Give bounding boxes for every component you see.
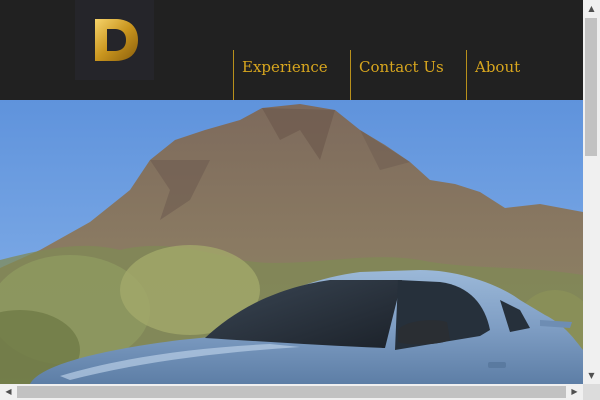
page-viewport: Experience Contact Us About bbox=[0, 0, 583, 384]
scrollbar-corner bbox=[583, 384, 600, 400]
scroll-up-icon[interactable]: ▲ bbox=[583, 0, 600, 17]
nav-about-label[interactable]: About bbox=[475, 58, 520, 76]
scroll-down-icon[interactable]: ▼ bbox=[583, 367, 600, 384]
nav-contact-us-label[interactable]: Contact Us bbox=[359, 58, 444, 76]
nav-about[interactable]: About bbox=[466, 50, 567, 100]
hero-image bbox=[0, 100, 583, 384]
horizontal-scroll-thumb[interactable] bbox=[17, 386, 566, 398]
site-header: Experience Contact Us About bbox=[0, 0, 583, 100]
nav-experience-label[interactable]: Experience bbox=[242, 58, 328, 76]
gold-d-logo-icon bbox=[95, 19, 138, 61]
horizontal-scrollbar[interactable]: ◀ ▶ bbox=[0, 384, 583, 400]
scroll-left-icon[interactable]: ◀ bbox=[0, 384, 17, 400]
car-mountain-photo-icon bbox=[0, 100, 583, 384]
nav-contact-us[interactable]: Contact Us bbox=[350, 50, 451, 100]
nav-experience[interactable]: Experience bbox=[233, 50, 334, 100]
scroll-right-icon[interactable]: ▶ bbox=[566, 384, 583, 400]
vertical-scrollbar[interactable]: ▲ ▼ bbox=[583, 0, 600, 384]
vertical-scroll-thumb[interactable] bbox=[585, 18, 597, 156]
logo[interactable] bbox=[75, 0, 154, 80]
